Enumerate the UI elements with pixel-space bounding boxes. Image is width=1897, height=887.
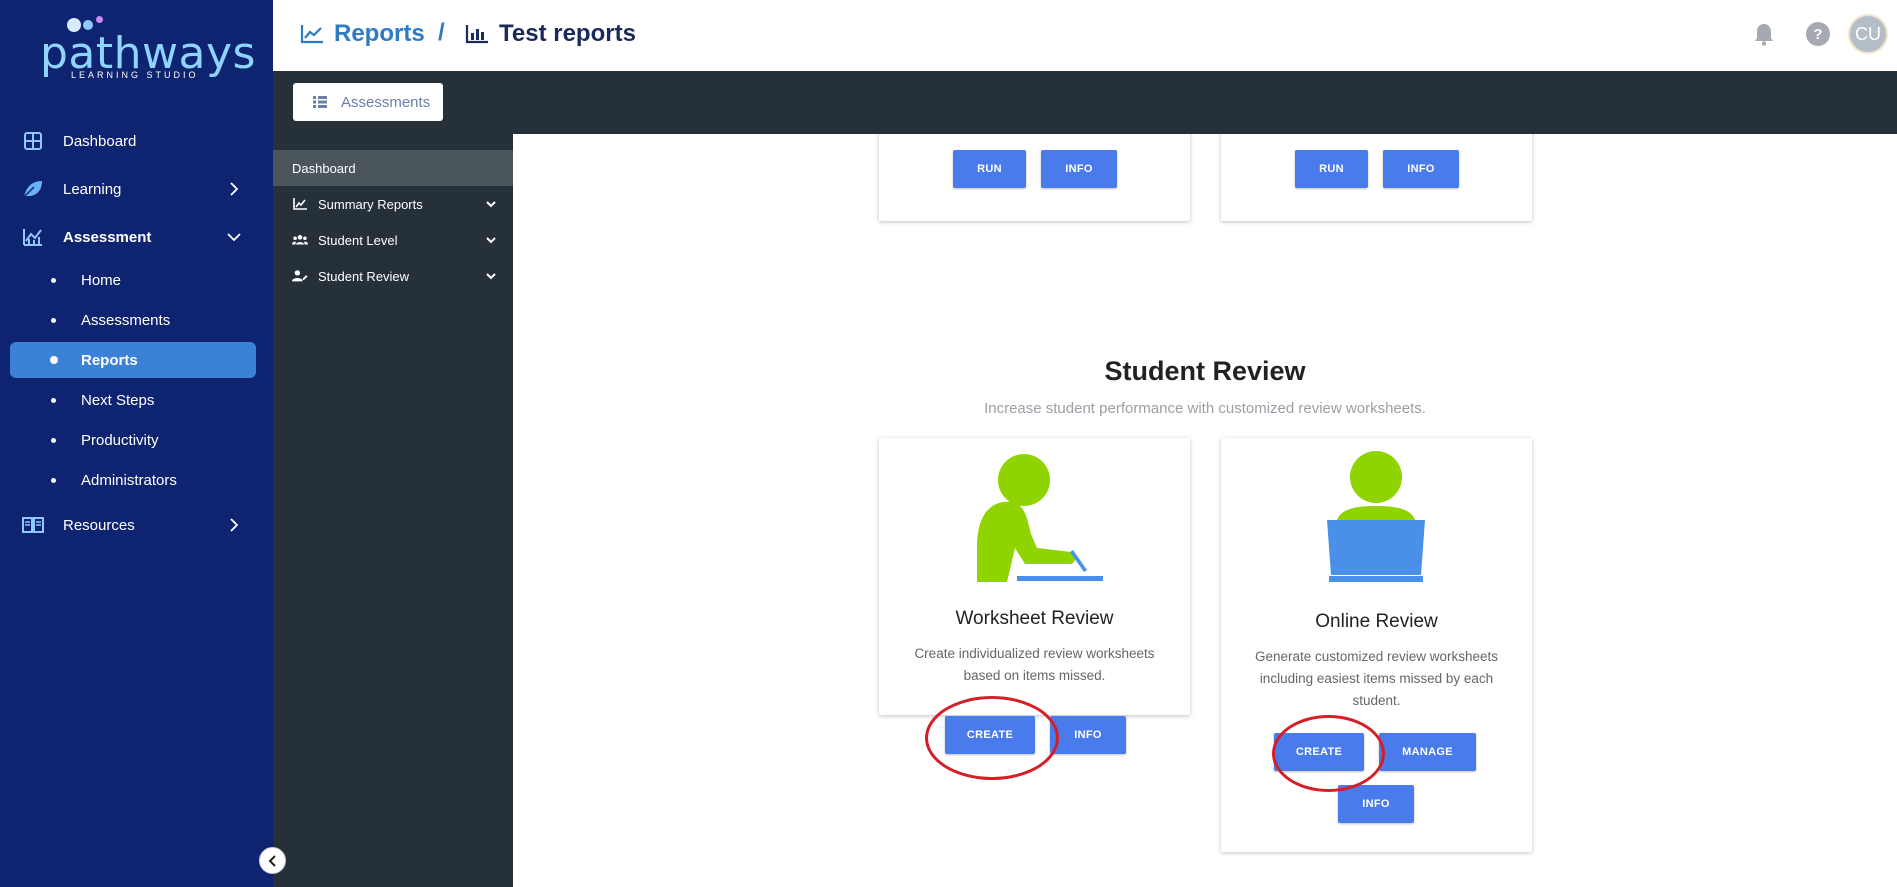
run-button[interactable]: RUN (1295, 150, 1368, 188)
help-glyph: ? (1806, 22, 1830, 46)
sub-header: Assessments (273, 71, 1897, 134)
bullet-icon (51, 397, 56, 403)
area-chart-icon (292, 196, 308, 212)
list-icon (313, 94, 329, 110)
breadcrumb-root-label: Reports (334, 20, 425, 47)
nav-item-label: Dashboard (63, 132, 137, 150)
nav-item-label: Resources (63, 516, 135, 534)
main-content[interactable]: RUN INFO RUN INFO Student Review Increas… (513, 134, 1897, 887)
breadcrumb-current: Test reports (465, 19, 636, 49)
users-icon (292, 232, 308, 248)
nav-item-assessment[interactable]: Assessment (10, 219, 256, 255)
info-button[interactable]: INFO (1383, 150, 1459, 188)
reports-sidebar: Dashboard Summary Reports Student Level … (273, 134, 513, 887)
nav-sub-label: Administrators (81, 471, 177, 489)
nav-sub-item-home[interactable]: Home (10, 262, 256, 298)
nav-sub-label: Reports (81, 351, 138, 369)
bullet-icon (51, 317, 56, 323)
worksheet-review-card: Worksheet Review Create individualized r… (879, 438, 1190, 754)
grid-icon (22, 130, 44, 152)
leaf-icon (22, 178, 44, 200)
nav-sub-item-next-steps[interactable]: Next Steps (10, 382, 256, 418)
chevron-down-icon (485, 234, 497, 246)
sidebar2-item-student-level[interactable]: Student Level (273, 222, 513, 258)
nav-sub-label: Productivity (81, 431, 159, 449)
tab-assessments-label: Assessments (341, 93, 431, 111)
bullet-icon (50, 356, 58, 364)
sidebar2-item-student-review[interactable]: Student Review (273, 258, 513, 294)
chevron-down-icon (485, 198, 497, 210)
nav-sub-label: Next Steps (81, 391, 155, 409)
nav-sub-item-assessments[interactable]: Assessments (10, 302, 256, 338)
pathways-logo[interactable]: pathways LEARNING STUDIO (36, 10, 255, 82)
nav-item-resources[interactable]: Resources (10, 507, 256, 543)
nav-sub-item-productivity[interactable]: Productivity (10, 422, 256, 458)
section-subtitle: Increase student performance with custom… (984, 400, 1426, 417)
nav-item-label: Assessment (63, 228, 152, 246)
page-title: Test reports (499, 20, 636, 47)
sidebar2-item-dashboard[interactable]: Dashboard (273, 150, 513, 186)
info-button[interactable]: INFO (1338, 785, 1414, 823)
breadcrumb-separator: / (438, 19, 445, 46)
student-laptop-icon (1327, 451, 1425, 582)
user-edit-icon (292, 268, 308, 284)
nav-sub-item-reports[interactable]: Reports (10, 342, 256, 378)
nav-item-learning[interactable]: Learning (10, 171, 256, 207)
bar-chart-icon (465, 22, 489, 46)
sidebar2-item-summary-reports[interactable]: Summary Reports (273, 186, 513, 222)
bullet-icon (51, 437, 56, 443)
bullet-icon (51, 277, 56, 283)
help-icon[interactable]: ? (1804, 20, 1832, 48)
nav-sub-label: Home (81, 271, 122, 289)
student-writing-icon (977, 454, 1103, 582)
book-icon (22, 514, 44, 536)
logo-tagline: LEARNING STUDIO (71, 70, 199, 80)
breadcrumb-reports[interactable]: Reports (300, 19, 425, 49)
create-button[interactable]: CREATE (945, 716, 1035, 754)
sidebar2-label: Summary Reports (318, 196, 423, 212)
card-title: Online Review (1315, 611, 1438, 632)
sidebar2-label: Dashboard (292, 160, 356, 176)
card-description: Generate customized review worksheets in… (1254, 649, 1499, 708)
section-title: Student Review (1104, 356, 1306, 386)
info-button[interactable]: INFO (1050, 716, 1126, 754)
collapse-sidebar-button[interactable] (259, 847, 286, 874)
manage-button[interactable]: MANAGE (1379, 733, 1476, 771)
top-header: Reports / Test reports ? CU (273, 0, 1897, 71)
card-description: Create individualized review worksheets … (914, 646, 1155, 683)
bullet-icon (51, 477, 56, 483)
nav-item-dashboard[interactable]: Dashboard (10, 123, 256, 159)
chevron-right-icon (224, 179, 244, 199)
info-button[interactable]: INFO (1041, 150, 1117, 188)
chevron-down-icon (485, 270, 497, 282)
line-chart-icon (300, 22, 324, 46)
report-card: RUN INFO (879, 134, 1190, 221)
chevron-right-icon (224, 515, 244, 535)
run-button[interactable]: RUN (953, 150, 1026, 188)
avatar-initials: CU (1855, 23, 1881, 44)
card-title: Worksheet Review (955, 608, 1114, 629)
bell-icon[interactable] (1750, 20, 1778, 48)
left-nav: pathways LEARNING STUDIO Dashboard Learn… (0, 0, 273, 887)
logo-dot (96, 16, 103, 23)
chevron-left-icon (268, 854, 276, 867)
nav-sub-label: Assessments (81, 311, 171, 329)
chart-line-icon (22, 226, 44, 248)
online-review-card: Online Review Generate customized review… (1221, 438, 1532, 852)
chevron-down-icon (224, 227, 244, 247)
nav-item-label: Learning (63, 180, 122, 198)
create-button[interactable]: CREATE (1274, 733, 1364, 771)
report-card: RUN INFO (1221, 134, 1532, 221)
nav-sub-item-administrators[interactable]: Administrators (10, 462, 256, 498)
tab-assessments[interactable]: Assessments (293, 83, 443, 121)
sidebar2-label: Student Level (318, 232, 398, 248)
avatar[interactable]: CU (1848, 14, 1888, 54)
sidebar2-label: Student Review (318, 268, 410, 284)
